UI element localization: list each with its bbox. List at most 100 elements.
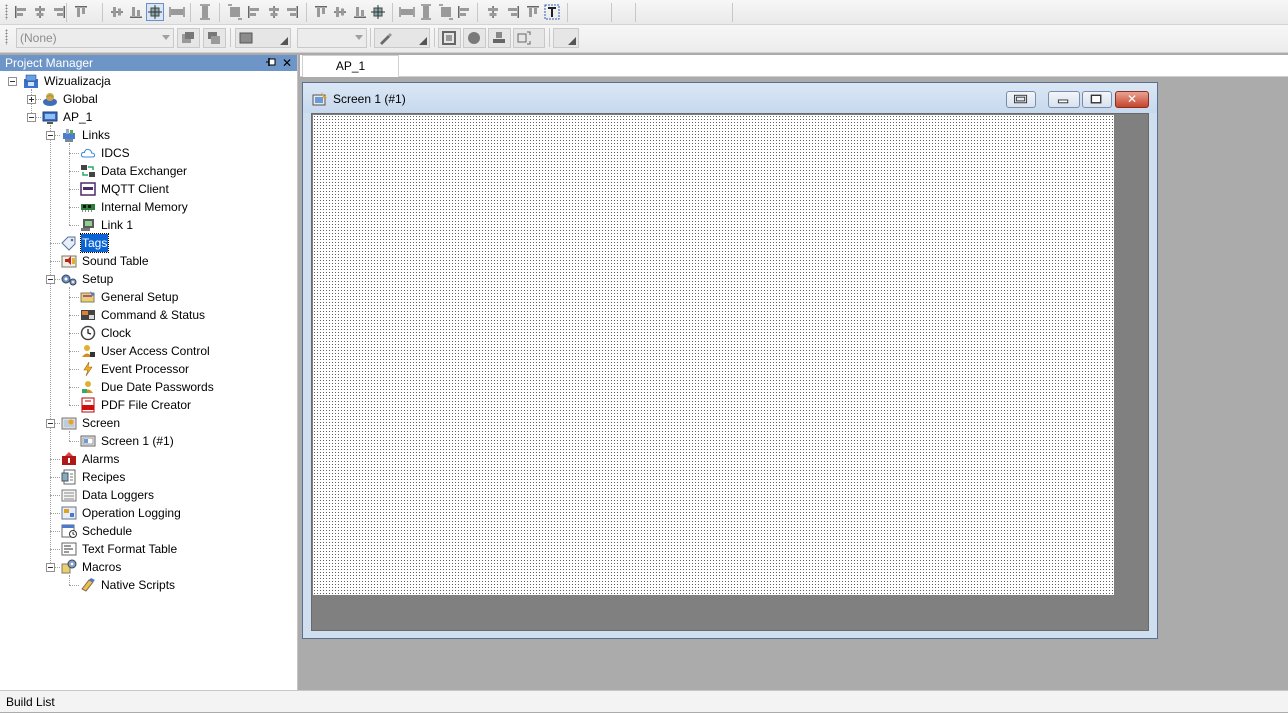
layer-select[interactable]: (None) [16,28,174,48]
collapse-icon[interactable] [46,563,55,572]
same-size-button[interactable] [226,3,244,21]
lock-button[interactable] [504,3,522,21]
space-horizontal-button[interactable] [245,3,263,21]
stamp-button[interactable] [488,28,511,48]
align-top-button[interactable] [72,3,90,21]
distribute-button[interactable] [283,3,301,21]
layer-icon [313,4,329,20]
unlock-button[interactable] [524,3,542,21]
tree-node-alarms[interactable]: Alarms [61,450,120,468]
layer-front-icon [182,32,194,43]
tree-node-wizualizacja[interactable]: Wizualizacja [23,72,112,90]
tree-node-tags[interactable]: Tags [61,233,110,253]
align-left-button[interactable] [12,3,30,21]
screen-window-titlebar[interactable]: Screen 1 (#1) ✕ [303,83,1157,113]
toolbar-grip[interactable] [5,4,8,20]
fill-color-button[interactable] [235,28,291,48]
tree-node-idcs[interactable]: IDCS [80,144,131,162]
pin-icon[interactable] [265,57,277,69]
align-middle-button[interactable] [108,3,126,21]
send-back-button[interactable] [203,28,226,48]
toolbar-separator [611,3,612,22]
toolbar-grip[interactable] [5,29,8,45]
close-button[interactable]: ✕ [1115,91,1149,108]
build-list-panel[interactable]: Build List [0,690,1288,712]
tree-node-operation-logging[interactable]: Operation Logging [61,504,182,522]
workspace-icon [23,73,39,89]
align-bottom-button[interactable] [127,3,145,21]
screen-design-canvas[interactable] [313,115,1114,595]
line-color-button[interactable] [374,28,430,48]
collapse-icon[interactable] [27,113,36,122]
text-button[interactable] [543,3,561,21]
flip-button[interactable] [484,3,502,21]
flip-icon [485,4,501,20]
global-icon [42,91,58,107]
tree-node-text-format-table[interactable]: Text Format Table [61,540,178,558]
frame-button[interactable] [438,28,461,48]
tree-node-due-date-passwords[interactable]: Due Date Passwords [80,378,215,396]
tree-node-schedule[interactable]: Schedule [61,522,133,540]
restore-layout-button[interactable] [1006,91,1036,108]
tree-node-screen-1-1[interactable]: Screen 1 (#1) [80,432,175,450]
unlock-icon [525,4,541,20]
tree-node-link-1[interactable]: Link 1 [80,216,134,234]
tree-node-setup[interactable]: Setup [61,270,114,288]
collapse-icon[interactable] [8,77,17,86]
minimize-button[interactable] [1048,91,1080,108]
collapse-icon[interactable] [46,419,55,428]
tree-node-label: Data Loggers [82,488,155,502]
tree-node-label: User Access Control [101,344,210,358]
maximize-button[interactable] [1082,91,1112,108]
front-button[interactable] [369,3,387,21]
tree-node-clock[interactable]: Clock [80,324,132,342]
tree-node-recipes[interactable]: Recipes [61,468,126,486]
tree-node-internal-memory[interactable]: Internal Memory [80,198,189,216]
collapse-icon[interactable] [46,275,55,284]
project-icon [42,109,58,125]
layer-button[interactable] [312,3,330,21]
tab-ap-1[interactable]: AP_1 [302,55,399,77]
same-height-button[interactable] [196,3,214,21]
tree-node-user-access-control[interactable]: User Access Control [80,342,211,360]
screen-window: Screen 1 (#1) ✕ [302,82,1158,639]
tree-node-pdf-file-creator[interactable]: PDF File Creator [80,396,192,414]
back-button[interactable] [398,3,416,21]
collapse-icon[interactable] [46,131,55,140]
tree-node-data-loggers[interactable]: Data Loggers [61,486,155,504]
tree-node-global[interactable]: Global [42,90,99,108]
tree-node-data-exchanger[interactable]: Data Exchanger [80,162,188,180]
tree-node-event-processor[interactable]: Event Processor [80,360,190,378]
rotate-button[interactable] [455,3,473,21]
style-button[interactable] [553,28,579,48]
tree-node-native-scripts[interactable]: Native Scripts [80,576,176,594]
tree-node-command-status[interactable]: Command & Status [80,306,206,324]
backward-button[interactable] [437,3,455,21]
forward-icon [418,4,434,20]
resize-button[interactable] [513,28,545,48]
screen-editor-area [311,113,1149,631]
close-icon[interactable]: ✕ [281,55,293,71]
tree-node-ap-1[interactable]: AP_1 [42,108,93,126]
tree-node-sound-table[interactable]: Sound Table [61,252,150,270]
tree-node-screen[interactable]: Screen [61,414,121,432]
tree-node-macros[interactable]: Macros [61,558,122,576]
space-vertical-button[interactable] [265,3,283,21]
same-width-button[interactable] [168,3,186,21]
same-height-icon [197,4,213,20]
toolbar-separator [434,28,435,47]
tree-node-links[interactable]: Links [61,126,111,144]
line-style-select[interactable] [297,28,367,48]
expand-icon[interactable] [27,95,36,104]
circle-button[interactable] [463,28,486,48]
ungroup-button[interactable] [351,3,369,21]
dropdown-corner-icon [419,37,427,45]
forward-button[interactable] [417,3,435,21]
tree-node-mqtt-client[interactable]: MQTT Client [80,180,170,198]
tree-node-general-setup[interactable]: General Setup [80,288,179,306]
group-button[interactable] [331,3,349,21]
align-center-button[interactable] [31,3,49,21]
center-button[interactable] [146,3,164,21]
bring-front-button[interactable] [177,28,200,48]
tree-node-label: Sound Table [82,254,149,268]
